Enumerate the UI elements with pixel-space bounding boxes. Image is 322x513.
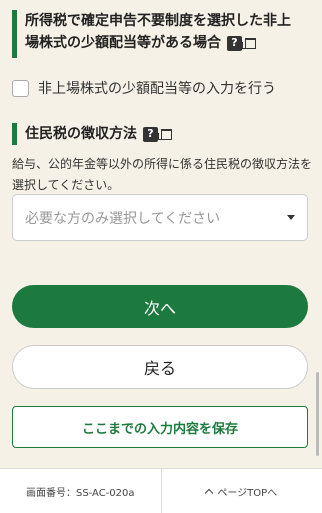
collection-method-select[interactable]: 必要な方のみ選択してください — [12, 194, 308, 241]
heading-accent-bar — [12, 10, 17, 58]
new-window-icon — [245, 38, 256, 49]
help-icon[interactable]: ? — [143, 127, 158, 142]
screen-id: 画面番号：SS-AC-020a — [0, 469, 161, 513]
heading-accent-bar — [12, 123, 17, 145]
save-progress-button[interactable]: ここまでの入力内容を保存 — [12, 406, 308, 448]
page-top-link[interactable]: ページTOPへ — [161, 469, 322, 513]
page-top-label[interactable]: ページTOPへ — [217, 484, 277, 499]
select-placeholder: 必要な方のみ選択してください — [25, 208, 220, 228]
help-icon[interactable]: ? — [227, 36, 242, 51]
section-heading-small-dividends: 所得税で確定申告不要制度を選択した非上場株式の少額配当等がある場合? — [12, 10, 295, 58]
new-window-icon — [161, 129, 172, 140]
chevron-up-icon — [205, 488, 213, 496]
caret-down-icon — [287, 215, 295, 220]
section-title: 住民税の徴収方法 — [25, 126, 137, 142]
scrollbar[interactable] — [316, 372, 319, 456]
checkbox-label[interactable]: 非上場株式の少額配当等の入力を行う — [38, 78, 276, 98]
footer: 画面番号：SS-AC-020a ページTOPへ — [0, 468, 322, 513]
next-button[interactable]: 次へ — [12, 285, 308, 328]
section-heading-resident-tax: 住民税の徴収方法? — [12, 123, 172, 145]
small-dividends-checkbox-row[interactable]: 非上場株式の少額配当等の入力を行う — [12, 78, 276, 98]
small-dividends-checkbox[interactable] — [12, 80, 29, 97]
back-button[interactable]: 戻る — [12, 345, 308, 389]
collection-method-description: 給与、公的年金等以外の所得に係る住民税の徴収方法を選択してください。 — [12, 154, 312, 196]
